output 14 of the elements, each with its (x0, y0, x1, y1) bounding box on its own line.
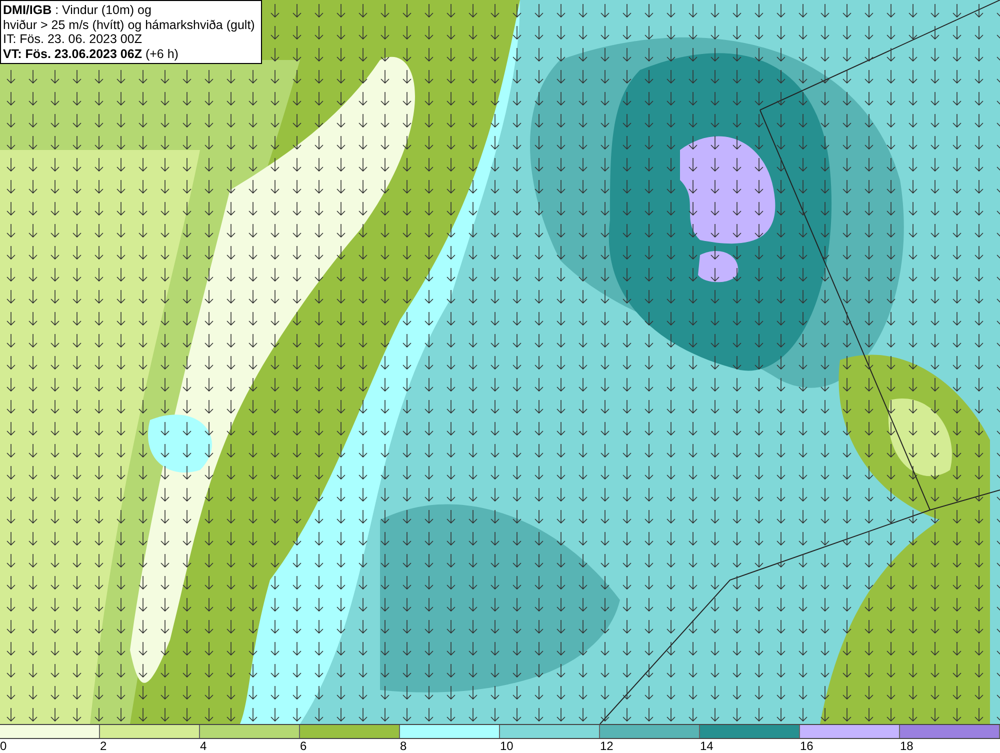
title-line: hviður > 25 m/s (hvítt) og hámarkshviða (gult) (3, 18, 255, 32)
legend-tick-label: 0 (0, 739, 7, 753)
legend-tick-label: 12 (600, 739, 614, 753)
legend-tick-label: 10 (500, 739, 514, 753)
legend-tick-label: 16 (800, 739, 814, 753)
legend-tick-label: 18 (900, 739, 914, 753)
title-line: VT: Fös. 23.06.2023 06Z (+6 h) (3, 46, 180, 61)
legend-tick-label: 4 (200, 739, 207, 753)
legend-tick-label: 8 (400, 739, 407, 753)
legend-tick-label: 14 (700, 739, 714, 753)
legend-tick-label: 6 (300, 739, 307, 753)
title-line: DMI/IGB : Vindur (10m) og (3, 3, 152, 18)
title-line: IT: Fös. 23. 06. 2023 00Z (3, 32, 143, 46)
legend-tick-label: 2 (100, 739, 107, 753)
